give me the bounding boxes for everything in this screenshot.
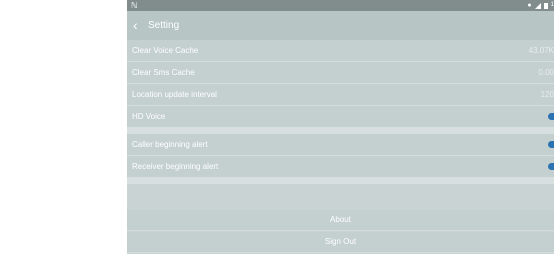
receiver-beginning-alert-row: Receiver beginning alert <box>127 156 554 177</box>
row-value: 43.07K <box>528 46 554 55</box>
row-label: HD Voice <box>132 112 166 121</box>
row-label: Clear Voice Cache <box>132 46 199 55</box>
caller-beginning-alert-row: Caller beginning alert <box>127 134 554 156</box>
row-label: Clear Sms Cache <box>132 68 195 77</box>
row-value: 0.00 <box>538 68 554 77</box>
status-bar: ℕ ● 1 <box>127 0 554 11</box>
location-icon: ● <box>527 2 532 9</box>
app-header: ‹ Setting <box>127 11 554 40</box>
hd-voice-row: HD Voice <box>127 106 554 127</box>
section-divider <box>127 177 554 184</box>
clear-sms-cache-row[interactable]: Clear Sms Cache 0.00 <box>127 62 554 84</box>
signal-icon <box>534 2 541 9</box>
caller-alert-toggle[interactable] <box>548 141 554 148</box>
row-label: Caller beginning alert <box>132 140 208 149</box>
clear-voice-cache-row[interactable]: Clear Voice Cache 43.07K <box>127 40 554 62</box>
section-divider <box>127 127 554 134</box>
battery-icon <box>543 2 548 9</box>
hd-voice-toggle[interactable] <box>548 113 554 120</box>
about-button[interactable]: About <box>127 210 554 231</box>
row-value: 120 <box>540 90 554 99</box>
status-icons: ● 1 <box>527 0 554 11</box>
page-title: Setting <box>148 20 180 31</box>
back-arrow-icon[interactable]: ‹ <box>133 11 138 40</box>
row-label: Receiver beginning alert <box>132 162 219 171</box>
receiver-alert-toggle[interactable] <box>548 163 554 170</box>
row-label: Location update interval <box>132 90 217 99</box>
n-notification-icon: ℕ <box>131 1 138 10</box>
sign-out-button[interactable]: Sign Out <box>127 232 554 253</box>
phone-screen: ℕ ● 1 ‹ Setting Clear Voice Cache 43.07K… <box>127 0 554 254</box>
clock: 1 <box>550 2 554 8</box>
location-update-interval-row[interactable]: Location update interval 120 <box>127 84 554 106</box>
